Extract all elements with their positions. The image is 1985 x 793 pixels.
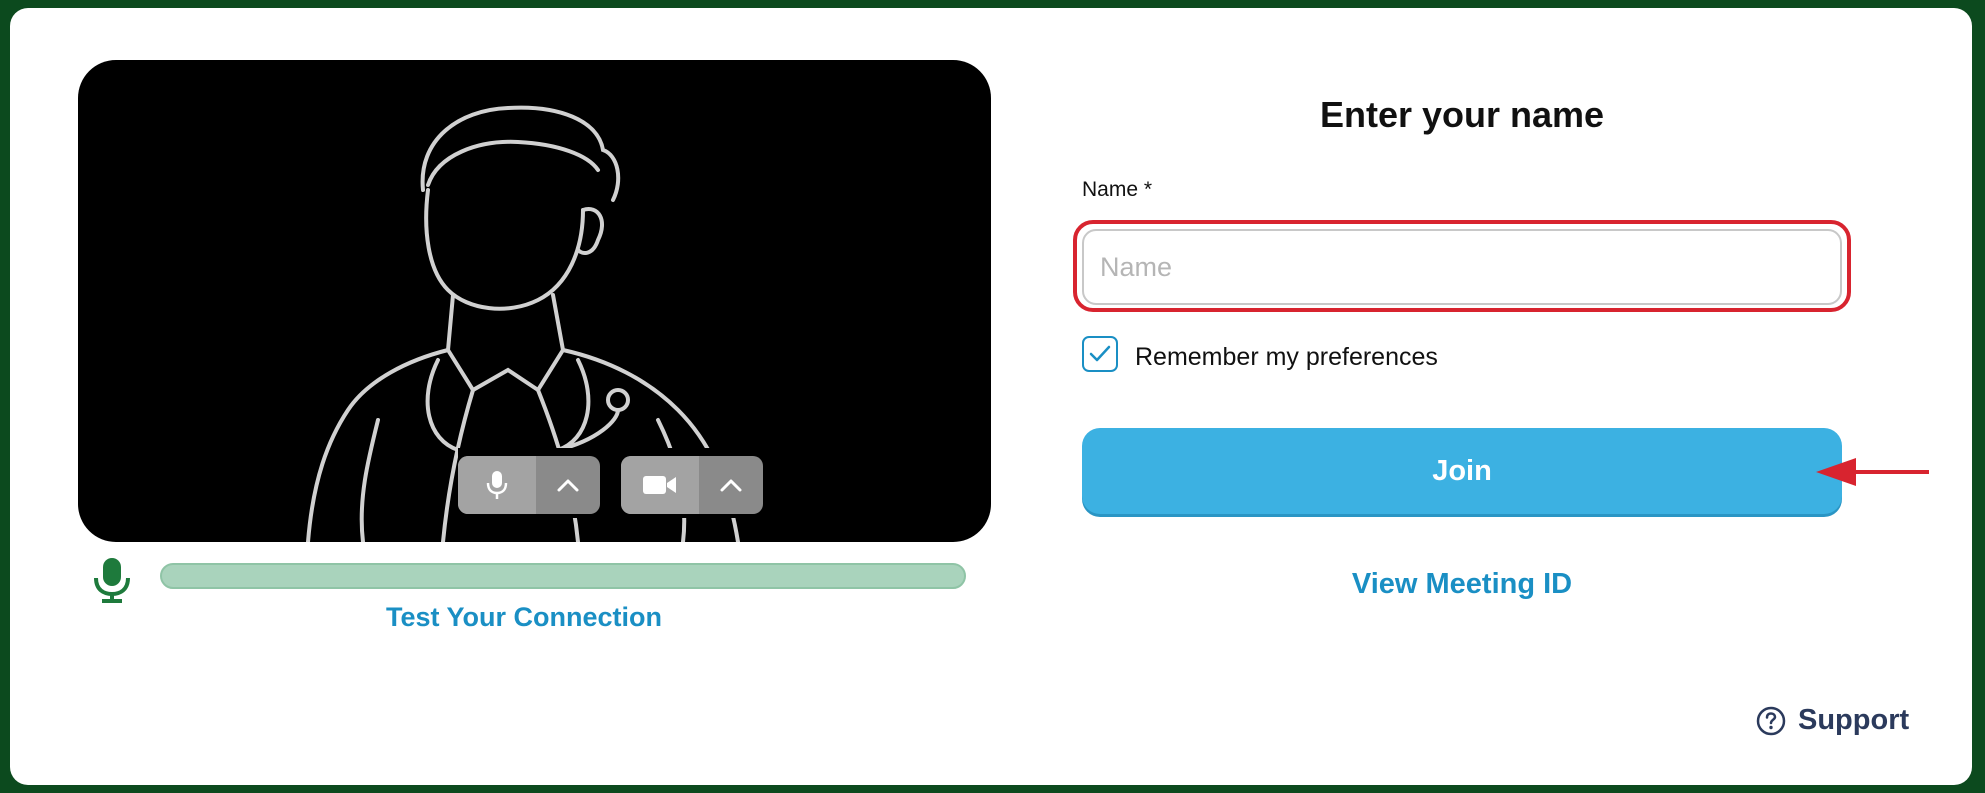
name-input[interactable]	[1082, 229, 1842, 305]
mic-level-meter	[160, 563, 966, 589]
join-button[interactable]: Join	[1082, 428, 1842, 514]
view-meeting-id-link[interactable]: View Meeting ID	[1082, 568, 1842, 601]
remember-preferences-label[interactable]: Remember my preferences	[1135, 343, 1438, 372]
remember-preferences-checkbox[interactable]	[1082, 336, 1118, 372]
question-circle-icon	[1756, 706, 1786, 735]
camera-options-button[interactable]	[699, 456, 763, 514]
chevron-up-icon	[557, 479, 579, 492]
camera-toggle-button[interactable]	[621, 456, 699, 514]
camera-control-group	[621, 456, 763, 514]
page-title: Enter your name	[1319, 94, 1605, 135]
video-preview	[78, 60, 991, 542]
chevron-up-icon	[720, 479, 742, 492]
mic-options-button[interactable]	[536, 456, 600, 514]
media-controls	[458, 448, 768, 518]
mic-control-group	[458, 456, 600, 514]
video-camera-icon	[643, 476, 676, 494]
support-label: Support	[1798, 704, 1910, 736]
test-connection-link[interactable]: Test Your Connection	[320, 602, 728, 633]
microphone-icon	[94, 558, 130, 603]
mic-toggle-button[interactable]	[458, 456, 536, 514]
microphone-icon	[486, 471, 508, 499]
red-arrow-annotation	[1816, 458, 1929, 486]
name-field-label: Name *	[1082, 178, 1153, 201]
support-link[interactable]: Support	[1756, 704, 1909, 737]
checkmark-icon	[1089, 345, 1111, 362]
